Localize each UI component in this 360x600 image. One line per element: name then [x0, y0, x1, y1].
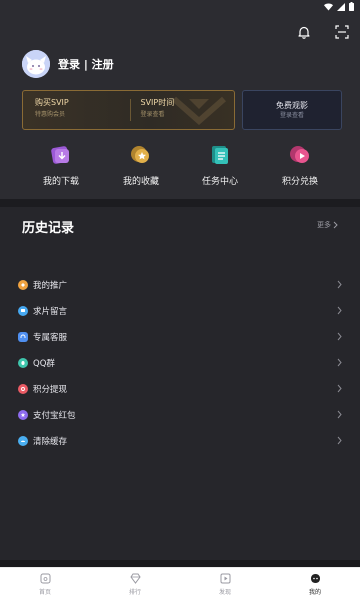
menu-item-customer-service[interactable]: 专属客服 [18, 324, 342, 350]
menu-label-customer-service: 专属客服 [33, 333, 68, 343]
task-center-label: 任务中心 [201, 177, 238, 187]
discover-icon [219, 573, 231, 585]
status-icons [324, 2, 354, 11]
chevron-right-icon [337, 306, 342, 315]
service-icon [18, 332, 28, 342]
my-favorites-label: 我的收藏 [122, 177, 159, 187]
menu-label-promote: 我的推广 [33, 281, 68, 291]
menu-label-clear-cache: 清除缓存 [33, 437, 68, 447]
login-register-link[interactable]: 登录 | 注册 [58, 56, 114, 72]
mine-icon [309, 573, 321, 585]
my-downloads-button[interactable]: 我的下载 [26, 142, 96, 187]
alipay-icon [18, 410, 28, 420]
chevron-right-icon [333, 221, 338, 229]
menu-label-points-withdraw: 积分提现 [33, 385, 68, 395]
status-bar [0, 0, 360, 16]
settings-menu: 我的推广 求片留言 专属客服 QQ群 积分提现 支付宝红包 清除缓存 [18, 272, 342, 454]
tab-discover[interactable]: 发现 [180, 568, 270, 600]
menu-label-request-message: 求片留言 [33, 307, 68, 317]
chevron-right-icon [337, 436, 342, 445]
chevron-right-icon [337, 358, 342, 367]
task-icon [207, 142, 233, 168]
favorite-icon [128, 142, 154, 168]
task-center-button[interactable]: 任务中心 [185, 142, 255, 187]
svip-time-button[interactable]: SVIP时间 登录查看 [129, 91, 235, 129]
bottom-tab-bar: 首页 排行 发现 我的 [0, 567, 360, 600]
tab-discover-label: 发现 [218, 588, 231, 596]
buy-svip-title: 购买SVIP [35, 98, 69, 107]
my-downloads-label: 我的下载 [42, 177, 79, 187]
history-title: 历史记录 [22, 221, 75, 236]
menu-item-request-message[interactable]: 求片留言 [18, 298, 342, 324]
tab-home[interactable]: 首页 [0, 568, 90, 600]
home-icon [39, 573, 51, 585]
free-viewing-title: 免费观影 [276, 100, 308, 110]
rank-icon [129, 573, 141, 585]
section-separator [0, 199, 360, 207]
points-exchange-button[interactable]: 积分兑换 [265, 142, 335, 187]
scan-icon[interactable] [332, 22, 352, 42]
menu-item-alipay-redpacket[interactable]: 支付宝红包 [18, 402, 342, 428]
history-more-link[interactable]: 更多 [317, 220, 338, 230]
menu-item-clear-cache[interactable]: 清除缓存 [18, 428, 342, 454]
buy-svip-button[interactable]: 购买SVIP 特惠购会员 [23, 91, 129, 129]
menu-item-points-withdraw[interactable]: 积分提现 [18, 376, 342, 402]
signal-icon [337, 2, 345, 11]
qq-icon [18, 358, 28, 368]
chevron-right-icon [337, 384, 342, 393]
svip-time-subtitle: 登录查看 [140, 111, 165, 118]
avatar[interactable] [22, 50, 50, 78]
promote-icon [18, 280, 28, 290]
wifi-icon [324, 3, 333, 10]
message-icon [18, 306, 28, 316]
buy-svip-subtitle: 特惠购会员 [35, 111, 66, 118]
chevron-right-icon [337, 410, 342, 419]
history-more-label: 更多 [317, 221, 331, 229]
tab-mine[interactable]: 我的 [270, 568, 360, 600]
menu-label-alipay-redpacket: 支付宝红包 [33, 411, 76, 421]
menu-item-qq-group[interactable]: QQ群 [18, 350, 342, 376]
menu-item-promote[interactable]: 我的推广 [18, 272, 342, 298]
my-favorites-button[interactable]: 我的收藏 [106, 142, 176, 187]
svip-card: 购买SVIP 特惠购会员 SVIP时间 登录查看 [22, 90, 235, 130]
chevron-right-icon [337, 332, 342, 341]
menu-label-qq-group: QQ群 [33, 359, 55, 369]
topbar-actions [294, 22, 352, 42]
bell-icon[interactable] [294, 22, 314, 42]
chevron-right-icon [337, 280, 342, 289]
points-exchange-label: 积分兑换 [281, 177, 318, 187]
free-viewing-subtitle: 登录查看 [279, 111, 304, 119]
free-viewing-button[interactable]: 免费观影 登录查看 [242, 90, 342, 130]
quick-actions: 我的下载 我的收藏 任务中心 积分兑换 [0, 142, 360, 192]
tab-rank[interactable]: 排行 [90, 568, 180, 600]
battery-icon [349, 2, 354, 11]
tab-home-label: 首页 [38, 588, 51, 596]
withdraw-icon [18, 384, 28, 394]
tab-rank-label: 排行 [128, 588, 141, 596]
exchange-icon [287, 142, 313, 168]
clear-cache-icon [18, 436, 28, 446]
tab-mine-label: 我的 [308, 588, 321, 596]
profile-row[interactable]: 登录 | 注册 [22, 50, 114, 78]
download-icon [48, 142, 74, 168]
svip-time-title: SVIP时间 [140, 98, 175, 107]
